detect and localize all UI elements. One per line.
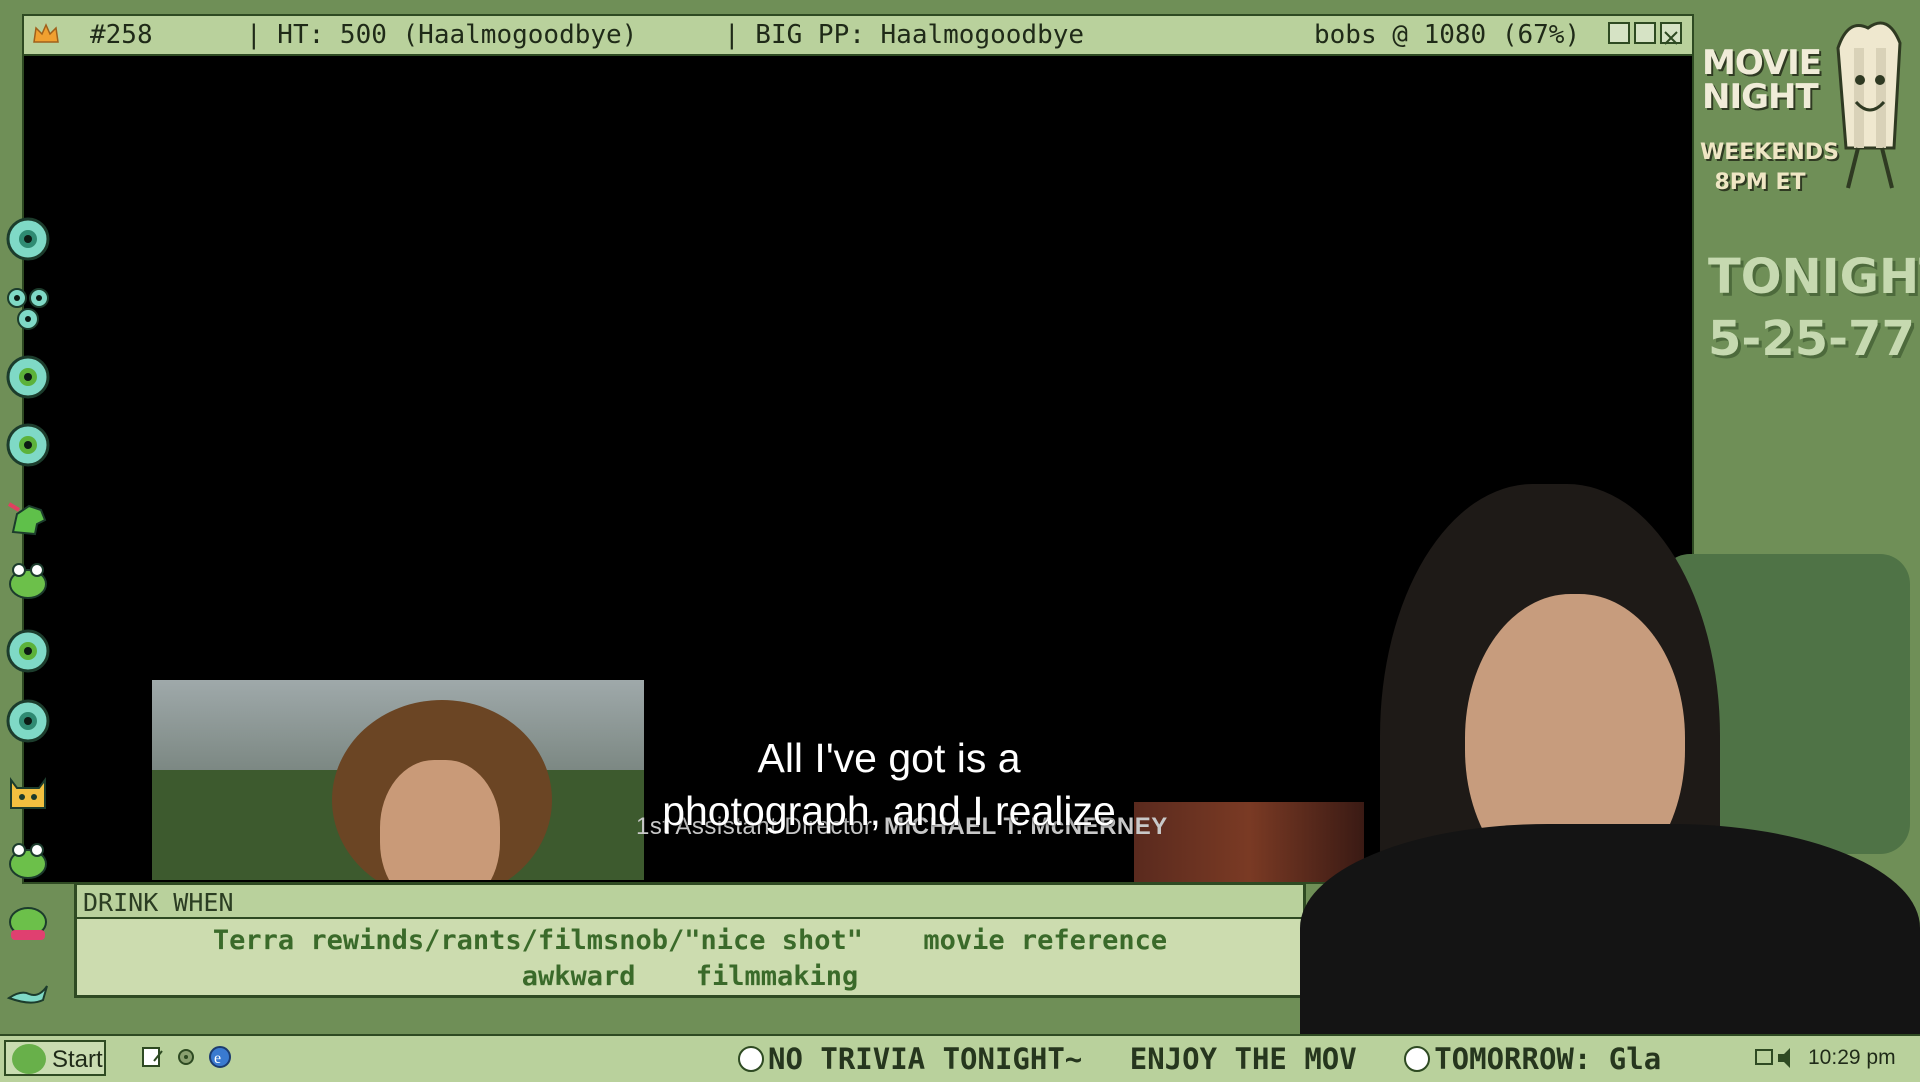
subtitle-line-2: photograph, and I realize [662,788,1116,834]
start-button[interactable]: Start [4,1040,106,1076]
ticker-item: TOMORROW: Gla [1434,1042,1662,1076]
eyeballs-cluster-icon[interactable] [5,286,51,332]
ticker-item: NO TRIVIA TONIGHT~ [768,1042,1083,1076]
window-titlebar[interactable]: #258 | HT: 500 (Haalmogoodbye) | BIG PP:… [24,16,1692,56]
eyeball-icon[interactable] [5,628,51,674]
frog-icon [12,1044,46,1074]
ticker-item: ENJOY THE MOV [1129,1042,1357,1076]
schedule-time: 8PM ET [1714,170,1806,195]
drink-rule: movie reference [923,925,1168,956]
subtitle-text: All I've got is a photograph, and I real… [594,732,1184,838]
close-icon [1664,31,1678,45]
eyeball-icon[interactable] [5,216,51,262]
drink-panel-title: DRINK WHEN [83,888,234,917]
cat-icon[interactable] [5,770,51,816]
schedule-text: WEEKENDS 8PM ET [1700,138,1839,198]
drink-rule: Terra rewinds/rants/filmsnob/"nice shot" [212,925,864,956]
browser-icon[interactable]: e [208,1045,232,1069]
taskbar: Start e NO TRIVIA TONIGHT~ ENJOY THE MOV… [0,1034,1920,1082]
lizard-icon[interactable] [5,964,51,1010]
film-still [152,680,644,880]
stream-overlay: #258 | HT: 500 (Haalmogoodbye) | BIG PP:… [0,0,1920,1082]
drink-rule: filmmaking [695,961,859,992]
window-counter: #258 [90,20,153,50]
settings-icon[interactable] [174,1045,198,1069]
crown-icon [33,23,59,43]
bobs-status: bobs @ 1080 (67%) [1314,20,1581,50]
eyeball-icon[interactable] [5,698,51,744]
drink-panel-header: DRINK WHEN [77,885,1303,919]
movie-night-logo: MOVIE NIGHT [1702,46,1828,114]
frog-icon[interactable] [5,836,51,882]
webcam-feed [1300,484,1920,1044]
frog-icon[interactable] [5,898,51,944]
svg-text:e: e [214,1050,221,1067]
promo-line-2: NIGHT [1702,77,1819,117]
clock: 10:29 pm [1808,1046,1896,1069]
tonight-panel: TONIGHT: 5-25-77 [1708,246,1920,370]
popcorn-mascot-icon [1836,21,1902,189]
dinosaur-icon[interactable] [5,494,51,540]
news-ticker: NO TRIVIA TONIGHT~ ENJOY THE MOV TOMORRO… [738,1042,1746,1078]
big-pp-text: | BIG PP: Haalmogoodbye [724,20,1085,50]
notepad-icon[interactable] [140,1045,164,1069]
minimize-button[interactable] [1608,22,1630,44]
frog-icon[interactable] [5,556,51,602]
drink-when-panel: DRINK WHEN Terra rewinds/rants/filmsnob/… [74,882,1306,998]
close-button[interactable] [1660,22,1682,45]
start-label: Start [52,1046,103,1073]
eyeball-icon[interactable] [5,354,51,400]
maximize-button[interactable] [1634,22,1656,44]
drink-rules: Terra rewinds/rants/filmsnob/"nice shot"… [77,923,1303,995]
tonight-title: 5-25-77 [1708,311,1915,367]
high-tip-text: | HT: 500 (Haalmogoodbye) [246,20,638,50]
subtitle-line-1: All I've got is a [757,735,1021,781]
system-tray-icons[interactable] [1754,1046,1804,1070]
drink-rule: awkward [521,961,636,992]
eyeball-icon[interactable] [5,422,51,468]
schedule-days: WEEKENDS [1700,140,1839,165]
tonight-label: TONIGHT: [1708,249,1920,305]
promo-line-1: MOVIE [1702,43,1822,83]
